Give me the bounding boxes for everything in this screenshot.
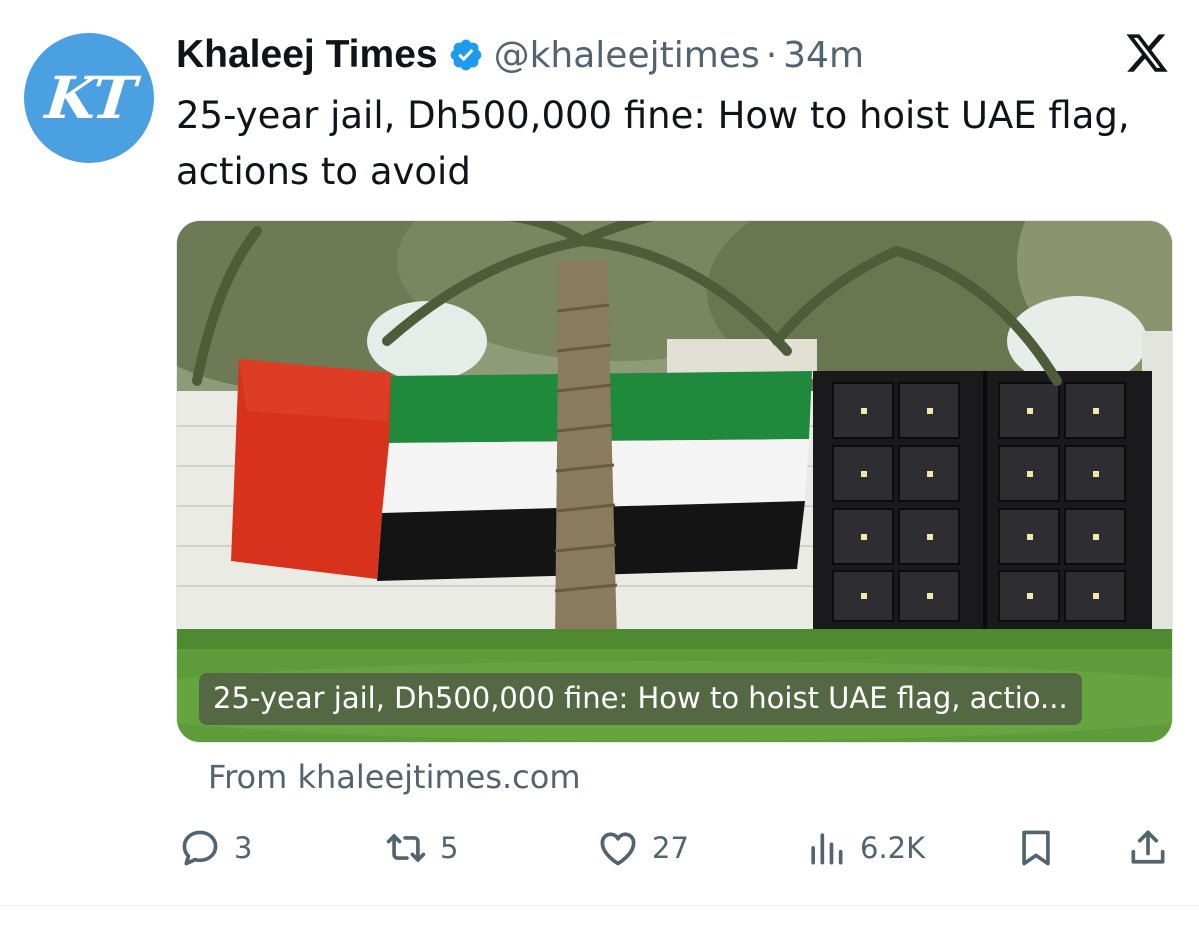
avatar-monogram: KT: [42, 64, 136, 132]
heart-icon: [600, 832, 636, 866]
uae-flag-on-wall-photo: [177, 221, 1172, 742]
tweet-action-bar: 3 5 27 6.2K: [176, 822, 1176, 874]
link-source[interactable]: From khaleejtimes.com: [208, 752, 581, 802]
share-button[interactable]: [1126, 822, 1170, 874]
bookmark-icon: [1022, 830, 1050, 866]
verified-badge-icon: [450, 39, 481, 71]
tweet-timestamp[interactable]: 34m: [783, 35, 864, 76]
tweet-divider: [0, 905, 1199, 906]
reply-count: 3: [234, 831, 253, 865]
tweet-header: Khaleej Times @khaleejtimes · 34m: [176, 30, 864, 80]
separator-dot: ·: [765, 34, 778, 76]
avatar[interactable]: KT: [24, 33, 154, 163]
repost-count: 5: [440, 831, 459, 865]
link-card-caption: 25-year jail, Dh500,000 fine: How to hoi…: [199, 673, 1082, 725]
author-handle[interactable]: @khaleejtimes: [494, 35, 760, 76]
bookmark-button[interactable]: [1014, 822, 1058, 874]
like-count: 27: [652, 831, 689, 865]
share-icon: [1131, 830, 1165, 864]
views-button[interactable]: 6.2K: [804, 822, 925, 874]
author-display-name[interactable]: Khaleej Times: [176, 33, 438, 77]
repost-icon: [386, 834, 426, 862]
reply-button[interactable]: 3: [178, 822, 252, 874]
link-card[interactable]: 25-year jail, Dh500,000 fine: How to hoi…: [176, 220, 1173, 743]
views-count: 6.2K: [860, 831, 926, 865]
repost-button[interactable]: 5: [384, 822, 458, 874]
x-logo-icon[interactable]: [1124, 30, 1170, 76]
reply-icon: [182, 830, 218, 866]
like-button[interactable]: 27: [596, 822, 689, 874]
tweet-text: 25-year jail, Dh500,000 fine: How to hoi…: [176, 94, 1130, 193]
views-icon: [811, 833, 843, 865]
